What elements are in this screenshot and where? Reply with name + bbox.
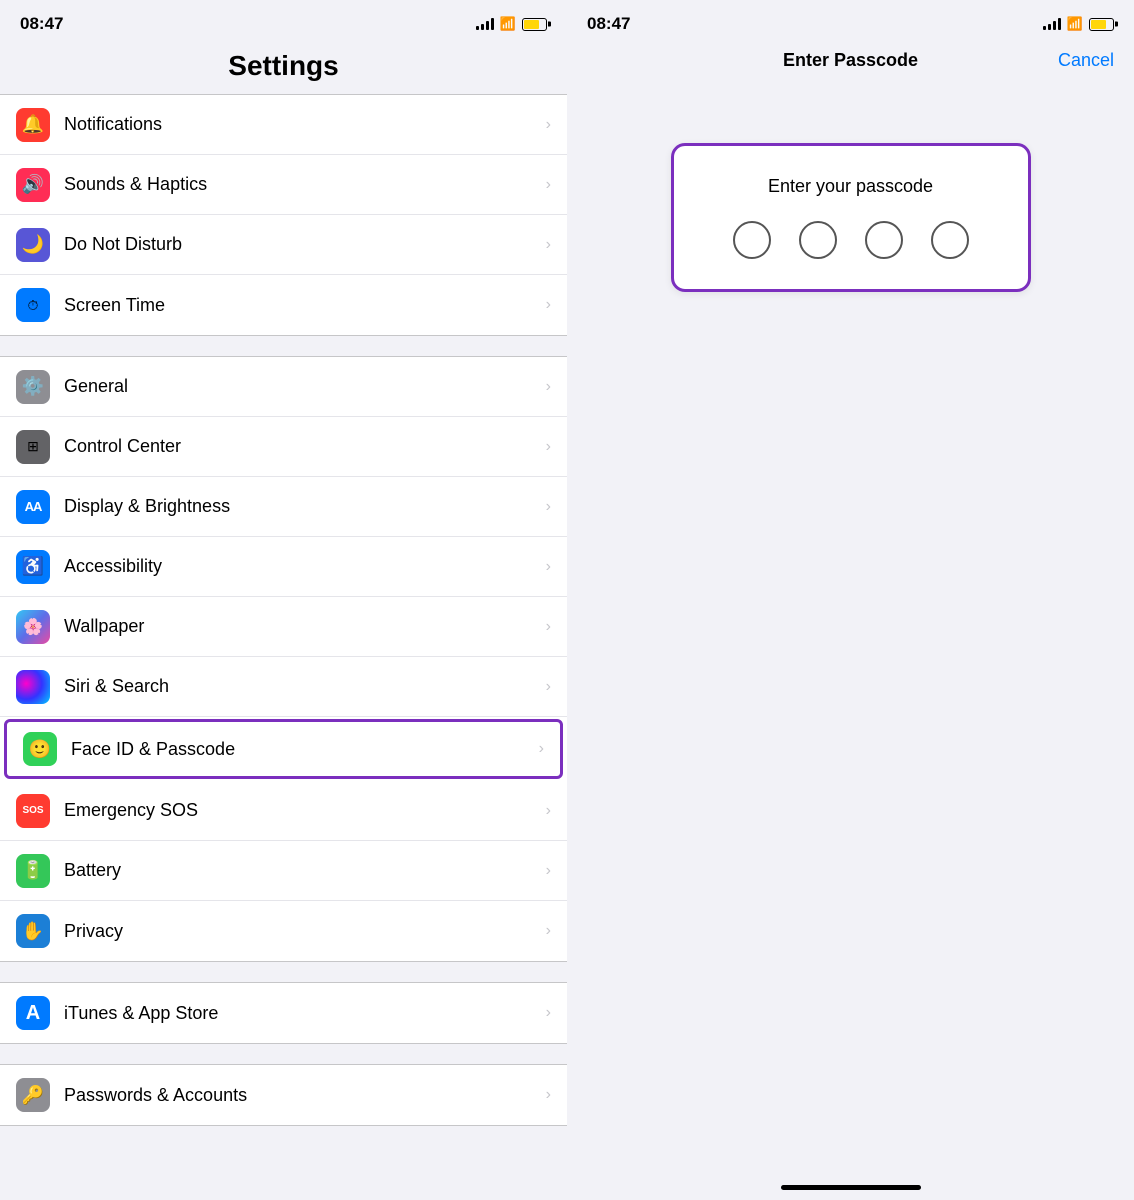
page-title-bar: Settings xyxy=(0,42,567,94)
battery-status-icon xyxy=(522,18,547,31)
battery-icon: 🔋 xyxy=(16,854,50,888)
chevron-sounds: › xyxy=(546,176,551,194)
wifi-icon-right: 📶 xyxy=(1067,16,1083,32)
settings-row-display[interactable]: AA Display & Brightness › xyxy=(0,477,567,537)
general-icon: ⚙️ xyxy=(16,370,50,404)
siri-icon xyxy=(16,670,50,704)
chevron-display: › xyxy=(546,498,551,516)
status-icons-right: 📶 xyxy=(1043,16,1114,32)
sos-label: Emergency SOS xyxy=(64,800,538,821)
home-indicator-right xyxy=(781,1185,921,1190)
passcode-dot-1 xyxy=(733,221,771,259)
settings-row-screentime[interactable]: ⏱ Screen Time › xyxy=(0,275,567,335)
chevron-screentime: › xyxy=(546,296,551,314)
wifi-icon: 📶 xyxy=(500,16,516,32)
notifications-icon: 🔔 xyxy=(16,108,50,142)
settings-row-siri[interactable]: Siri & Search › xyxy=(0,657,567,717)
status-bar-right: 08:47 📶 xyxy=(567,0,1134,42)
passcode-content: Enter your passcode xyxy=(567,83,1134,1185)
faceid-label: Face ID & Passcode xyxy=(71,739,531,760)
settings-row-sounds[interactable]: 🔊 Sounds & Haptics › xyxy=(0,155,567,215)
itunes-label: iTunes & App Store xyxy=(64,1003,538,1024)
settings-group-3: A iTunes & App Store › xyxy=(0,982,567,1044)
screentime-icon: ⏱ xyxy=(16,288,50,322)
privacy-icon: ✋ xyxy=(16,914,50,948)
signal-icon xyxy=(476,18,494,30)
settings-group-1: 🔔 Notifications › 🔊 Sounds & Haptics › 🌙… xyxy=(0,94,567,336)
settings-row-battery[interactable]: 🔋 Battery › xyxy=(0,841,567,901)
time-left: 08:47 xyxy=(20,14,63,34)
chevron-siri: › xyxy=(546,678,551,696)
notifications-label: Notifications xyxy=(64,114,538,135)
passwords-label: Passwords & Accounts xyxy=(64,1085,538,1106)
chevron-notifications: › xyxy=(546,116,551,134)
settings-row-general[interactable]: ⚙️ General › xyxy=(0,357,567,417)
wallpaper-label: Wallpaper xyxy=(64,616,538,637)
accessibility-icon: ♿ xyxy=(16,550,50,584)
left-panel: 08:47 📶 Settings 🔔 Notifications › xyxy=(0,0,567,1200)
passcode-dot-3 xyxy=(865,221,903,259)
passcode-prompt: Enter your passcode xyxy=(768,176,933,197)
chevron-faceid: › xyxy=(539,740,544,758)
signal-icon-right xyxy=(1043,18,1061,30)
status-bar-left: 08:47 📶 xyxy=(0,0,567,42)
screentime-label: Screen Time xyxy=(64,295,538,316)
battery-status-icon-right xyxy=(1089,18,1114,31)
sounds-label: Sounds & Haptics xyxy=(64,174,538,195)
time-right: 08:47 xyxy=(587,14,630,34)
siri-label: Siri & Search xyxy=(64,676,538,697)
donotdisturb-icon: 🌙 xyxy=(16,228,50,262)
cancel-button[interactable]: Cancel xyxy=(1058,50,1114,71)
settings-row-wallpaper[interactable]: 🌸 Wallpaper › xyxy=(0,597,567,657)
privacy-label: Privacy xyxy=(64,921,538,942)
settings-group-4: 🔑 Passwords & Accounts › xyxy=(0,1064,567,1126)
chevron-controlcenter: › xyxy=(546,438,551,456)
passcode-box: Enter your passcode xyxy=(671,143,1031,292)
controlcenter-icon: ⊞ xyxy=(16,430,50,464)
page-title: Settings xyxy=(20,50,547,82)
settings-row-passwords[interactable]: 🔑 Passwords & Accounts › xyxy=(0,1065,567,1125)
chevron-general: › xyxy=(546,378,551,396)
nav-title: Enter Passcode xyxy=(783,50,918,71)
display-icon: AA xyxy=(16,490,50,524)
chevron-battery: › xyxy=(546,862,551,880)
display-label: Display & Brightness xyxy=(64,496,538,517)
donotdisturb-label: Do Not Disturb xyxy=(64,234,538,255)
itunes-icon: A xyxy=(16,996,50,1030)
passcode-dot-2 xyxy=(799,221,837,259)
status-icons-left: 📶 xyxy=(476,16,547,32)
settings-list: 🔔 Notifications › 🔊 Sounds & Haptics › 🌙… xyxy=(0,94,567,1200)
settings-row-sos[interactable]: SOS Emergency SOS › xyxy=(0,781,567,841)
chevron-donotdisturb: › xyxy=(546,236,551,254)
settings-group-2: ⚙️ General › ⊞ Control Center › AA Displ… xyxy=(0,356,567,962)
settings-row-donotdisturb[interactable]: 🌙 Do Not Disturb › xyxy=(0,215,567,275)
settings-row-controlcenter[interactable]: ⊞ Control Center › xyxy=(0,417,567,477)
settings-row-privacy[interactable]: ✋ Privacy › xyxy=(0,901,567,961)
chevron-passwords: › xyxy=(546,1086,551,1104)
passcode-dot-4 xyxy=(931,221,969,259)
chevron-wallpaper: › xyxy=(546,618,551,636)
passwords-icon: 🔑 xyxy=(16,1078,50,1112)
faceid-icon: 🙂 xyxy=(23,732,57,766)
chevron-privacy: › xyxy=(546,922,551,940)
controlcenter-label: Control Center xyxy=(64,436,538,457)
passcode-dots xyxy=(733,221,969,259)
sos-icon: SOS xyxy=(16,794,50,828)
settings-row-faceid[interactable]: 🙂 Face ID & Passcode › xyxy=(4,719,563,779)
settings-row-accessibility[interactable]: ♿ Accessibility › xyxy=(0,537,567,597)
settings-row-notifications[interactable]: 🔔 Notifications › xyxy=(0,95,567,155)
accessibility-label: Accessibility xyxy=(64,556,538,577)
sounds-icon: 🔊 xyxy=(16,168,50,202)
nav-bar: Enter Passcode Cancel xyxy=(567,42,1134,83)
settings-row-itunes[interactable]: A iTunes & App Store › xyxy=(0,983,567,1043)
chevron-accessibility: › xyxy=(546,558,551,576)
general-label: General xyxy=(64,376,538,397)
chevron-sos: › xyxy=(546,802,551,820)
chevron-itunes: › xyxy=(546,1004,551,1022)
right-panel: 08:47 📶 Enter Passcode Cancel Enter your… xyxy=(567,0,1134,1200)
wallpaper-icon: 🌸 xyxy=(16,610,50,644)
battery-label: Battery xyxy=(64,860,538,881)
